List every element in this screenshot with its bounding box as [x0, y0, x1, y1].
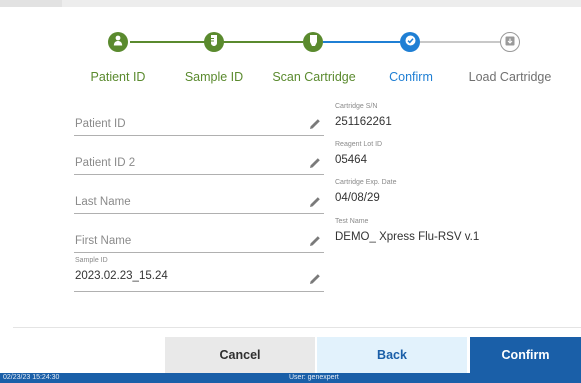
last-name-field[interactable]: Last Name — [74, 189, 324, 214]
window-tab — [0, 0, 62, 7]
first-name-field[interactable]: First Name — [74, 228, 324, 253]
first-name-placeholder: First Name — [75, 235, 132, 247]
check-icon — [405, 33, 416, 51]
confirm-button[interactable]: Confirm — [470, 337, 581, 373]
step-connector — [420, 41, 500, 43]
status-bar: 02/23/23 15:24:30 User: genexpert — [0, 373, 581, 383]
cancel-button[interactable]: Cancel — [165, 337, 315, 373]
step-sample-id-circle — [204, 32, 224, 52]
status-user: User: genexpert — [289, 374, 339, 381]
pencil-icon[interactable] — [309, 234, 321, 246]
patient-id-2-placeholder: Patient ID 2 — [75, 157, 136, 169]
reagent-lot-value: 05464 — [335, 154, 367, 166]
main-panel: Patient ID Sample ID Scan Cartridge Conf… — [0, 7, 581, 373]
step-load-cartridge-circle — [500, 32, 520, 52]
exp-date-label: Cartridge Exp. Date — [335, 179, 397, 186]
divider — [13, 327, 581, 328]
step-confirm-label: Confirm — [389, 70, 433, 84]
sample-id-value: 2023.02.23_15.24 — [75, 270, 168, 282]
patient-id-2-field[interactable]: Patient ID 2 — [74, 150, 324, 175]
step-connector — [130, 41, 210, 43]
pencil-icon[interactable] — [309, 117, 321, 129]
patient-id-field[interactable]: Patient ID — [74, 111, 324, 136]
status-datetime: 02/23/23 15:24:30 — [3, 374, 60, 381]
window-top-bar — [0, 0, 581, 7]
cartridge-icon — [309, 33, 318, 51]
test-name-label: Test Name — [335, 218, 369, 225]
sample-id-label: Sample ID — [75, 257, 108, 264]
step-sample-id-label: Sample ID — [184, 70, 244, 84]
step-patient-id-label: Patient ID — [90, 70, 146, 84]
step-scan-cartridge-circle — [303, 32, 323, 52]
step-connector — [223, 41, 303, 43]
sample-id-field[interactable]: Sample ID 2023.02.23_15.24 — [74, 257, 324, 292]
pencil-icon[interactable] — [309, 195, 321, 207]
load-icon — [505, 33, 515, 51]
step-confirm-circle — [400, 32, 420, 52]
exp-date-value: 04/08/29 — [335, 192, 380, 204]
step-connector — [323, 41, 400, 43]
tube-icon — [210, 33, 218, 51]
back-button[interactable]: Back — [317, 337, 467, 373]
step-scan-cartridge-label: Scan Cartridge — [272, 70, 356, 84]
pencil-icon[interactable] — [309, 272, 321, 284]
patient-id-placeholder: Patient ID — [75, 118, 126, 130]
step-patient-id-circle — [108, 32, 128, 52]
test-name-value: DEMO_ Xpress Flu-RSV v.1 — [335, 231, 480, 243]
reagent-lot-label: Reagent Lot ID — [335, 141, 383, 148]
step-load-cartridge-label: Load Cartridge — [468, 70, 552, 84]
last-name-placeholder: Last Name — [75, 196, 131, 208]
person-icon — [113, 33, 123, 51]
pencil-icon[interactable] — [309, 156, 321, 168]
wizard-stepper: Patient ID Sample ID Scan Cartridge Conf… — [0, 7, 581, 97]
cartridge-sn-label: Cartridge S/N — [335, 103, 378, 110]
cartridge-sn-value: 251162261 — [335, 116, 392, 128]
